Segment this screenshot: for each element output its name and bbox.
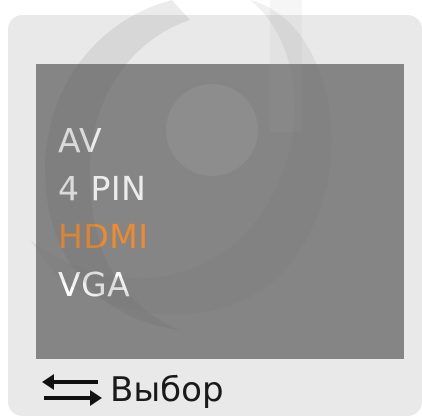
menu-item-4pin[interactable]: 4 PIN — [58, 165, 148, 213]
menu-item-av[interactable]: AV — [58, 117, 148, 165]
input-source-menu: AV 4 PIN HDMI VGA — [58, 117, 148, 309]
menu-item-hdmi[interactable]: HDMI — [58, 213, 148, 261]
select-hint: Выбор — [40, 364, 224, 416]
swap-arrows-icon — [40, 370, 104, 410]
menu-item-vga[interactable]: VGA — [58, 261, 148, 309]
hint-label: Выбор — [110, 370, 224, 410]
